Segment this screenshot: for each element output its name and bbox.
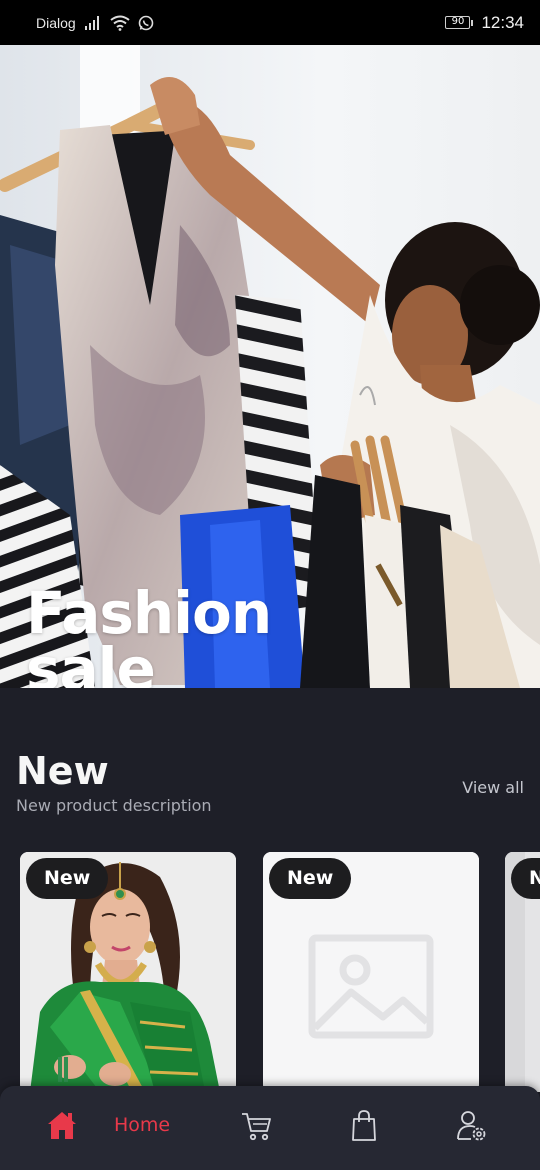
section-title: New xyxy=(16,749,109,793)
nav-item-profile[interactable] xyxy=(456,1110,488,1147)
hero-title: Fashion sale xyxy=(26,579,272,688)
bottom-navigation: Home xyxy=(0,1086,540,1170)
hero-banner[interactable]: Fashion sale xyxy=(0,45,540,688)
nav-item-bag[interactable] xyxy=(350,1110,378,1147)
wifi-icon xyxy=(110,15,130,31)
battery-icon: 90 xyxy=(445,16,474,29)
cart-icon xyxy=(242,1113,271,1141)
new-badge: New xyxy=(269,858,352,899)
product-list: New New New xyxy=(0,852,540,1092)
section-description: New product description xyxy=(16,796,212,815)
carrier-name: Dialog xyxy=(36,14,76,31)
signal-icon xyxy=(84,15,99,30)
nav-item-home[interactable]: Home xyxy=(46,1110,170,1140)
status-bar: Dialog 90 12:34 xyxy=(0,0,540,45)
nav-item-label: Home xyxy=(114,1114,171,1136)
shopping-bag-icon xyxy=(352,1110,376,1141)
profile-settings-icon xyxy=(457,1111,486,1141)
home-icon xyxy=(48,1112,76,1139)
whatsapp-icon xyxy=(138,15,154,30)
product-card[interactable]: New xyxy=(263,852,479,1092)
new-section-header: New New product description View all xyxy=(16,748,526,815)
product-card[interactable]: New xyxy=(20,852,236,1092)
nav-item-cart[interactable] xyxy=(240,1110,272,1147)
view-all-link[interactable]: View all xyxy=(462,778,524,797)
product-card[interactable]: New xyxy=(505,852,540,1092)
clock: 12:34 xyxy=(481,12,524,32)
new-badge: New xyxy=(26,858,109,899)
